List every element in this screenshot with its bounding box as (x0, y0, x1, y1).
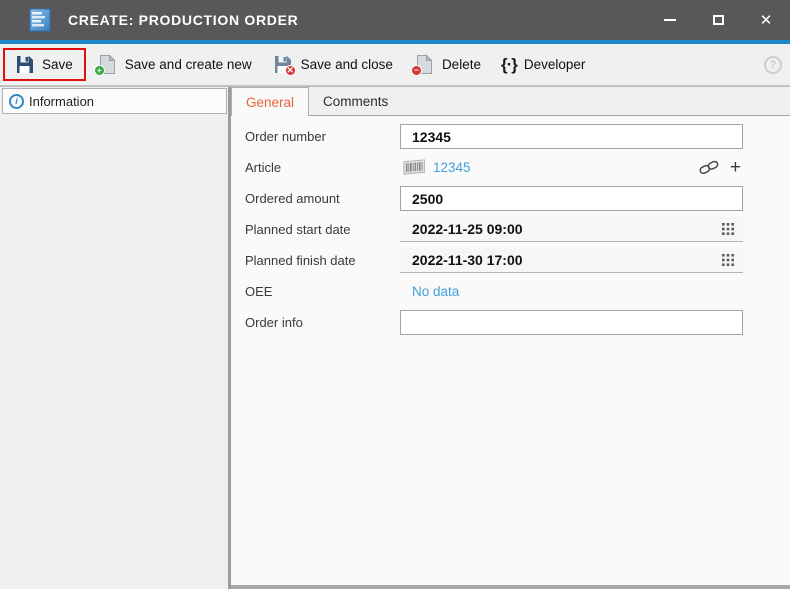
planned-finish-date-value: 2022-11-30 17:00 (412, 252, 523, 268)
save-icon (13, 54, 35, 75)
link-article-button[interactable] (697, 160, 721, 175)
planned-finish-date-label: Planned finish date (245, 253, 400, 268)
chain-link-icon (699, 160, 719, 175)
developer-button[interactable]: {·} Developer (491, 51, 595, 79)
maximize-button[interactable] (703, 5, 733, 35)
tab-general-label: General (246, 95, 294, 110)
close-badge-icon: ✕ (285, 65, 296, 76)
toolbar: Save + Save and create new ✕ (0, 44, 790, 86)
add-badge-icon: + (94, 65, 105, 76)
ordered-amount-label: Ordered amount (245, 191, 400, 206)
tab-bar: General Comments (231, 87, 790, 116)
save-and-close-button[interactable]: ✕ Save and close (262, 50, 403, 79)
calendar-grid-icon (722, 223, 734, 235)
minimize-icon (664, 19, 676, 21)
remove-badge-icon: − (411, 65, 422, 76)
save-and-create-new-label: Save and create new (125, 57, 252, 72)
help-icon: ? (770, 59, 777, 71)
order-info-input[interactable] (400, 310, 743, 335)
tab-comments-label: Comments (323, 94, 388, 109)
close-button[interactable]: ✕ (751, 5, 781, 35)
maximize-icon (713, 15, 724, 25)
tab-comments[interactable]: Comments (309, 87, 402, 115)
order-info-row: Order info (245, 310, 743, 335)
app-icon (28, 8, 52, 32)
delete-label: Delete (442, 57, 481, 72)
planned-finish-date-picker-button[interactable] (720, 254, 736, 266)
general-tab-panel: Order number Article (231, 116, 790, 589)
window-title: CREATE: PRODUCTION ORDER (68, 12, 298, 28)
article-row: Article (245, 155, 743, 180)
order-info-label: Order info (245, 315, 400, 330)
close-icon: ✕ (760, 13, 773, 28)
planned-start-date-field[interactable]: 2022-11-25 09:00 (400, 217, 743, 242)
oee-value: No data (400, 284, 459, 299)
ordered-amount-row: Ordered amount (245, 186, 743, 211)
oee-label: OEE (245, 284, 400, 299)
ordered-amount-input[interactable] (400, 186, 743, 211)
barcode-icon (403, 159, 426, 176)
title-bar: CREATE: PRODUCTION ORDER ✕ (0, 0, 790, 40)
save-and-create-new-button[interactable]: + Save and create new (86, 50, 262, 79)
add-article-button[interactable]: + (728, 158, 743, 177)
developer-icon: {·} (501, 55, 517, 75)
save-and-close-icon: ✕ (272, 54, 294, 75)
info-icon: i (9, 94, 24, 109)
order-number-label: Order number (245, 129, 400, 144)
oee-row: OEE No data (245, 279, 743, 304)
minimize-button[interactable] (655, 5, 685, 35)
planned-finish-date-row: Planned finish date 2022-11-30 17:00 (245, 248, 743, 273)
sidebar: i Information (0, 87, 228, 589)
information-panel-header[interactable]: i Information (2, 88, 227, 114)
window-controls: ✕ (655, 5, 790, 35)
content-area: General Comments Order number Article (231, 87, 790, 589)
order-number-input[interactable] (400, 124, 743, 149)
delete-button[interactable]: − Delete (403, 50, 491, 79)
delete-icon: − (413, 54, 435, 75)
order-number-row: Order number (245, 124, 743, 149)
information-label: Information (29, 94, 94, 109)
planned-start-date-label: Planned start date (245, 222, 400, 237)
main-area: i Information General Comments Order num… (0, 86, 790, 589)
planned-start-date-picker-button[interactable] (720, 223, 736, 235)
planned-start-date-row: Planned start date 2022-11-25 09:00 (245, 217, 743, 242)
save-and-close-label: Save and close (301, 57, 393, 72)
planned-start-date-value: 2022-11-25 09:00 (412, 221, 523, 237)
save-and-create-new-icon: + (96, 54, 118, 75)
calendar-grid-icon (722, 254, 734, 266)
tab-general[interactable]: General (231, 87, 309, 116)
help-button[interactable]: ? (764, 56, 782, 74)
planned-finish-date-field[interactable]: 2022-11-30 17:00 (400, 248, 743, 273)
developer-label: Developer (524, 57, 586, 72)
article-link[interactable]: 12345 (433, 160, 471, 175)
production-order-window: CREATE: PRODUCTION ORDER ✕ (0, 0, 790, 589)
save-label: Save (42, 57, 73, 72)
save-button[interactable]: Save (3, 48, 86, 81)
plus-icon: + (730, 158, 741, 177)
article-label: Article (245, 160, 400, 175)
